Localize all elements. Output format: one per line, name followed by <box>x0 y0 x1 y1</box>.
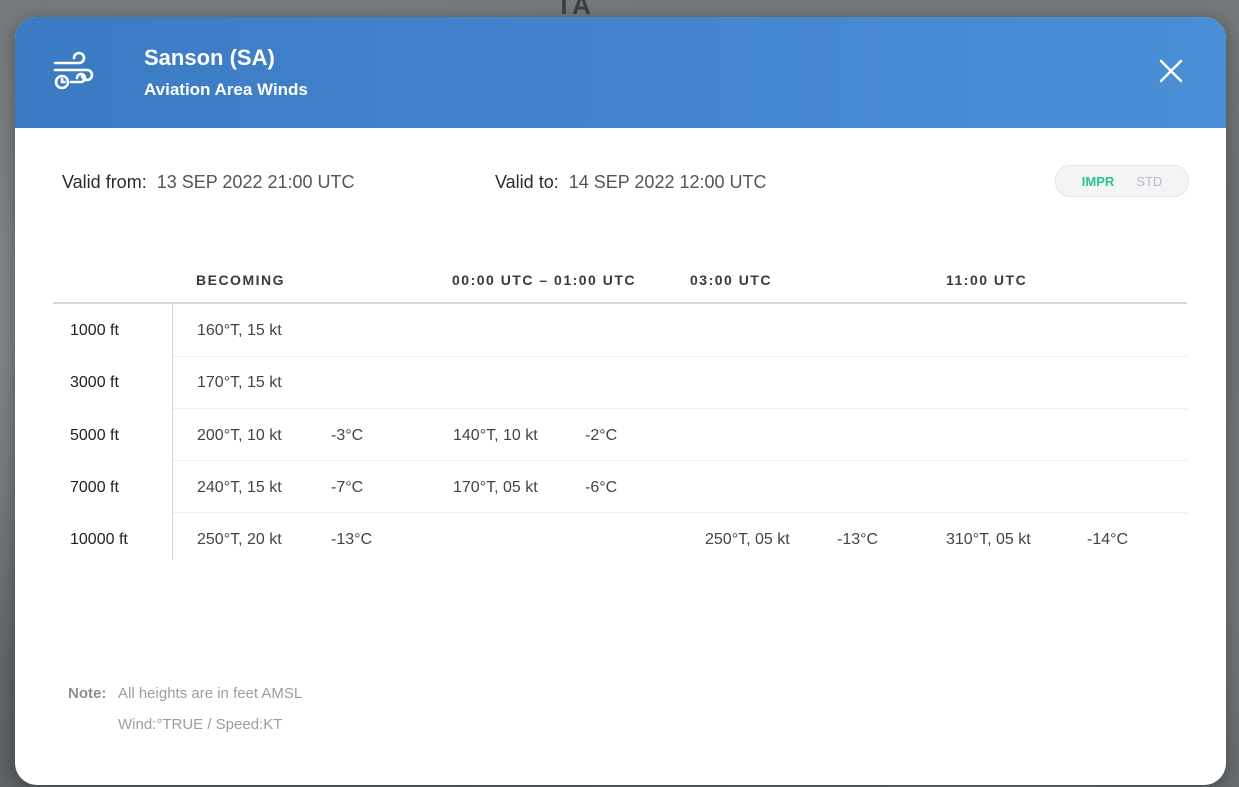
row-divider <box>173 512 1187 513</box>
note-heights: All heights are in feet AMSL <box>118 685 303 702</box>
temp-cell: -2°C <box>585 427 618 444</box>
units-toggle-impr[interactable]: IMPR <box>1082 174 1115 189</box>
row-divider <box>173 408 1187 409</box>
wind-cell: 200°T, 10 kt <box>197 427 282 444</box>
column-header: 11:00 UTC <box>946 272 1028 288</box>
note-units: Wind:°TRUE / Speed:KT <box>118 716 283 733</box>
close-icon[interactable] <box>1153 53 1189 89</box>
table-header-divider <box>53 302 1187 304</box>
valid-to-label: Valid to: <box>495 172 559 192</box>
valid-from: Valid from: 13 SEP 2022 21:00 UTC <box>62 172 355 193</box>
modal-header: Sanson (SA) Aviation Area Winds <box>15 17 1226 128</box>
note-label: Note: <box>68 685 107 702</box>
temp-cell: -13°C <box>837 531 879 548</box>
table-row-altitude: 1000 ft <box>70 322 119 339</box>
row-divider <box>173 356 1187 357</box>
column-header: 03:00 UTC <box>690 272 772 288</box>
table-row-altitude: 7000 ft <box>70 479 119 496</box>
temp-cell: -6°C <box>585 479 618 496</box>
column-header: BECOMING <box>196 272 285 288</box>
wind-cell: 170°T, 05 kt <box>453 479 538 496</box>
wind-cell: 160°T, 15 kt <box>197 322 282 339</box>
units-toggle[interactable]: IMPR STD <box>1055 165 1189 197</box>
wind-cell: 250°T, 05 kt <box>705 531 790 548</box>
valid-to: Valid to: 14 SEP 2022 12:00 UTC <box>495 172 767 193</box>
modal-title: Sanson (SA) <box>144 45 275 70</box>
modal-subtitle: Aviation Area Winds <box>144 80 308 99</box>
table-row-altitude: 3000 ft <box>70 374 119 391</box>
units-toggle-std[interactable]: STD <box>1136 174 1162 189</box>
wind-cell: 140°T, 10 kt <box>453 427 538 444</box>
table-row-altitude: 5000 ft <box>70 427 119 444</box>
temp-cell: -13°C <box>331 531 373 548</box>
wind-cell: 240°T, 15 kt <box>197 479 282 496</box>
temp-cell: -14°C <box>1087 531 1129 548</box>
column-header: 00:00 UTC – 01:00 UTC <box>452 272 637 288</box>
wind-cell: 250°T, 20 kt <box>197 531 282 548</box>
temp-cell: -7°C <box>331 479 364 496</box>
wind-clock-icon <box>53 51 94 90</box>
row-divider <box>173 460 1187 461</box>
valid-from-label: Valid from: <box>62 172 147 192</box>
valid-to-value: 14 SEP 2022 12:00 UTC <box>568 172 767 192</box>
wind-cell: 170°T, 15 kt <box>197 374 282 391</box>
area-winds-modal: Sanson (SA) Aviation Area Winds Valid fr… <box>15 17 1226 785</box>
wind-cell: 310°T, 05 kt <box>946 531 1031 548</box>
temp-cell: -3°C <box>331 427 364 444</box>
valid-from-value: 13 SEP 2022 21:00 UTC <box>156 172 355 192</box>
table-column-divider <box>172 304 173 560</box>
table-row-altitude: 10000 ft <box>70 531 128 548</box>
